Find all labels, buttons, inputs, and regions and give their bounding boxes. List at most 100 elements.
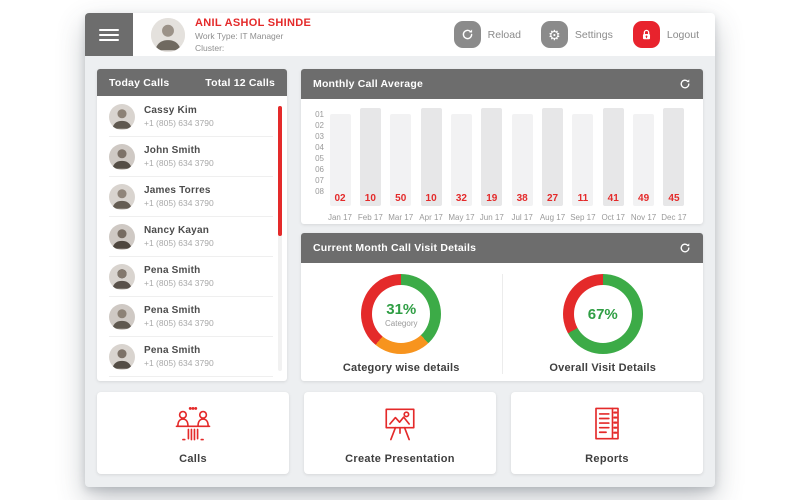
contact-name: Nancy Kayan	[144, 225, 210, 236]
contact-list-item[interactable]: Pena Smith +1 (805) 634 3790	[109, 337, 273, 377]
reports-icon	[595, 407, 619, 439]
monthly-call-average-header: Monthly Call Average	[301, 69, 703, 99]
bar-value: 19	[486, 193, 498, 204]
user-cluster: Cluster:	[195, 42, 225, 53]
logout-button[interactable]: Logout	[632, 21, 699, 48]
y-tick: 02	[315, 121, 324, 130]
contact-name: James Torres	[144, 185, 211, 196]
bar-column: 27 Aug 17	[540, 108, 566, 222]
bar: 10	[420, 108, 442, 206]
bar-column: 41 Oct 17	[600, 108, 626, 222]
overall-donut-section: 67% Overall Visit Details	[501, 274, 704, 374]
bar-column: 49 Nov 17	[631, 108, 657, 222]
bar-month-label: Oct 17	[601, 213, 626, 222]
contact-list: Cassy Kim +1 (805) 634 3790 John Smith +…	[97, 96, 287, 381]
donut-sub-label: Category	[385, 318, 418, 328]
bar-chart-bars: 02 Jan 17 10 Feb 17 50 Mar 17 10 Apr 17 …	[327, 108, 687, 222]
reload-label: Reload	[487, 28, 521, 41]
scrollbar-thumb[interactable]	[278, 106, 282, 236]
overall-donut-chart: 67%	[562, 274, 643, 354]
hamburger-menu-button[interactable]	[85, 13, 133, 56]
contact-list-scrollbar[interactable]	[278, 106, 282, 371]
bar: 10	[359, 108, 381, 206]
bar-month-label: Sep 17	[570, 213, 596, 222]
bar-month-label: Dec 17	[661, 213, 687, 222]
bar-value: 49	[638, 193, 650, 204]
contact-list-item[interactable]: James Torres +1 (805) 634 3790	[109, 177, 273, 217]
bar-value: 45	[668, 193, 680, 204]
contact-phone: +1 (805) 634 3790	[144, 118, 214, 128]
refresh-icon[interactable]	[679, 242, 691, 254]
y-tick: 04	[315, 143, 324, 152]
bar-month-label: Aug 17	[539, 213, 566, 222]
calls-card-label: Calls	[179, 452, 207, 465]
bar: 41	[602, 108, 624, 206]
user-work-type: Work Type: IT Manager	[195, 30, 284, 41]
contact-list-item[interactable]: John Smith +1 (805) 634 3790	[109, 137, 273, 177]
lock-icon[interactable]	[632, 21, 660, 48]
y-tick: 06	[315, 165, 324, 174]
user-profile: ANIL ASHOL SHINDE Work Type: IT Manager …	[151, 17, 311, 53]
contact-name: Pena Smith	[144, 305, 201, 316]
bar-column: 10 Apr 17	[418, 108, 444, 222]
bar-month-label: Nov 17	[630, 213, 657, 222]
bar: 49	[633, 114, 655, 206]
bar-value: 02	[334, 193, 346, 204]
right-column: Monthly Call Average 01 02 03 04 05 06 0…	[301, 69, 703, 381]
reports-card-label: Reports	[585, 452, 629, 465]
create-presentation-card[interactable]: Create Presentation	[304, 392, 496, 474]
contact-name: Pena Smith	[144, 265, 201, 276]
monthly-call-average-title: Monthly Call Average	[313, 78, 423, 90]
y-tick: 07	[315, 176, 324, 185]
contact-avatar	[109, 263, 135, 290]
contact-phone: +1 (805) 634 3790	[144, 358, 214, 368]
logout-label: Logout	[666, 28, 699, 41]
bar-column: 11 Sep 17	[570, 108, 596, 222]
settings-label: Settings	[574, 28, 613, 41]
gear-icon[interactable]: ⚙	[540, 21, 568, 48]
contact-phone: +1 (805) 634 3790	[144, 158, 214, 168]
y-tick: 08	[315, 187, 324, 196]
user-avatar	[151, 17, 185, 52]
bar: 50	[390, 114, 412, 206]
contact-phone: +1 (805) 634 3790	[144, 238, 214, 248]
bar-month-label: Jan 17	[327, 213, 353, 222]
dashboard-window: ANIL ASHOL SHINDE Work Type: IT Manager …	[85, 13, 715, 487]
overall-donut-caption: Overall Visit Details	[549, 362, 657, 374]
contact-name: Cassy Kim	[144, 105, 197, 116]
bar-value: 10	[425, 193, 437, 204]
dashboard-body: Today Calls Total 12 Calls Cassy Kim +1 …	[85, 56, 715, 474]
bar-value: 41	[607, 193, 619, 204]
contact-avatar	[109, 103, 135, 130]
reports-card[interactable]: Reports	[511, 392, 703, 474]
reload-icon[interactable]	[453, 21, 481, 48]
monthly-call-average-panel: Monthly Call Average 01 02 03 04 05 06 0…	[301, 69, 703, 224]
contact-list-item[interactable]: Cassy Kim +1 (805) 634 3790	[109, 97, 273, 137]
person-avatar-icon	[151, 17, 185, 52]
contact-list-item[interactable]: Pena Smith +1 (805) 634 3790	[109, 297, 273, 337]
bar-month-label: Feb 17	[357, 213, 383, 222]
presentation-icon	[385, 408, 415, 440]
contact-list-item[interactable]: Nancy Kayan +1 (805) 634 3790	[109, 217, 273, 257]
reload-button[interactable]: Reload	[453, 21, 521, 48]
contact-avatar	[109, 143, 135, 170]
calls-card[interactable]: Calls	[97, 392, 289, 474]
y-tick: 05	[315, 154, 324, 163]
bar-chart-y-axis: 01 02 03 04 05 06 07 08	[309, 110, 327, 196]
bar-column: 38 Jul 17	[509, 108, 535, 222]
donut-percent: 67%	[587, 305, 618, 323]
visit-details-title: Current Month Call Visit Details	[313, 242, 477, 254]
bar-month-label: Jun 17	[479, 213, 504, 222]
bar: 38	[511, 114, 533, 206]
contact-list-item[interactable]: Pena Smith +1 (805) 634 3790	[109, 257, 273, 297]
bar-value: 11	[577, 193, 589, 204]
refresh-icon[interactable]	[679, 78, 691, 90]
category-donut-chart: 31% Category	[361, 274, 442, 354]
contact-name: Pena Smith	[144, 345, 201, 356]
today-calls-header: Today Calls Total 12 Calls	[97, 69, 287, 96]
today-calls-total: Total 12 Calls	[205, 76, 275, 89]
visit-details-panel: Current Month Call Visit Details 31% Cat…	[301, 233, 703, 381]
settings-button[interactable]: ⚙ Settings	[540, 21, 613, 48]
contact-phone: +1 (805) 634 3790	[144, 318, 214, 328]
bar-column: 50 Mar 17	[388, 108, 414, 222]
